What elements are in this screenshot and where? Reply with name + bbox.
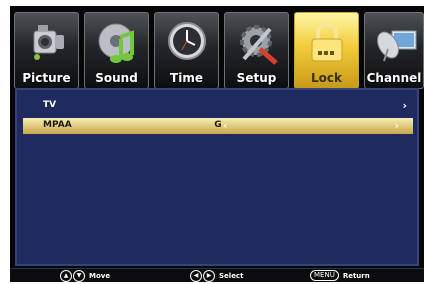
tab-label: Channel (366, 71, 422, 85)
clock-icon (168, 22, 206, 60)
tab-label: Sound (95, 71, 138, 85)
menu-row-tv[interactable]: TV › (23, 98, 413, 114)
tab-label: Lock (311, 71, 342, 85)
tab-picture[interactable]: Picture (14, 12, 79, 89)
row-label: TV (43, 100, 57, 110)
tab-time[interactable]: Time (154, 12, 219, 89)
chevron-right-icon[interactable]: › (394, 119, 399, 132)
hint-select-label: Select (219, 271, 244, 280)
tab-lock[interactable]: Lock (294, 12, 359, 89)
chevron-right-icon: › (402, 99, 407, 112)
hint-return: MENU Return (310, 269, 370, 282)
gear-tools-icon (240, 25, 278, 65)
padlock-icon (311, 22, 343, 62)
satellite-dish-icon (377, 30, 417, 62)
tab-label: Setup (236, 71, 277, 85)
down-arrow-key-icon: ▼ (73, 269, 85, 282)
camera-icon (33, 25, 64, 60)
menu-tab-bar: Picture Sound Time Setup Lock Channel (10, 12, 424, 90)
tab-setup[interactable]: Setup (224, 12, 289, 89)
hint-select: ◀ ▶ Select (190, 269, 243, 282)
up-arrow-key-icon: ▲ (60, 269, 72, 282)
row-value: G (214, 120, 222, 130)
tab-channel[interactable]: Channel (364, 12, 424, 89)
music-note-icon (98, 23, 134, 63)
hint-return-label: Return (342, 271, 370, 280)
hint-move-label: Move (89, 271, 111, 280)
lock-menu-panel: TV › MPAA ‹ G › (15, 88, 419, 266)
hint-move: ▲ ▼ Move (60, 269, 110, 282)
right-arrow-key-icon: ▶ (203, 269, 215, 282)
menu-key-icon: MENU (310, 270, 339, 281)
tv-osd: Picture Sound Time Setup Lock Channel TV… (10, 6, 424, 282)
tab-label: Time (170, 71, 203, 85)
tab-sound[interactable]: Sound (84, 12, 149, 89)
menu-row-mpaa[interactable]: MPAA ‹ G › (23, 118, 413, 134)
left-arrow-key-icon: ◀ (190, 269, 202, 282)
tab-label: Picture (22, 71, 71, 85)
key-hint-bar: ▲ ▼ Move ◀ ▶ Select MENU Return (10, 268, 424, 282)
